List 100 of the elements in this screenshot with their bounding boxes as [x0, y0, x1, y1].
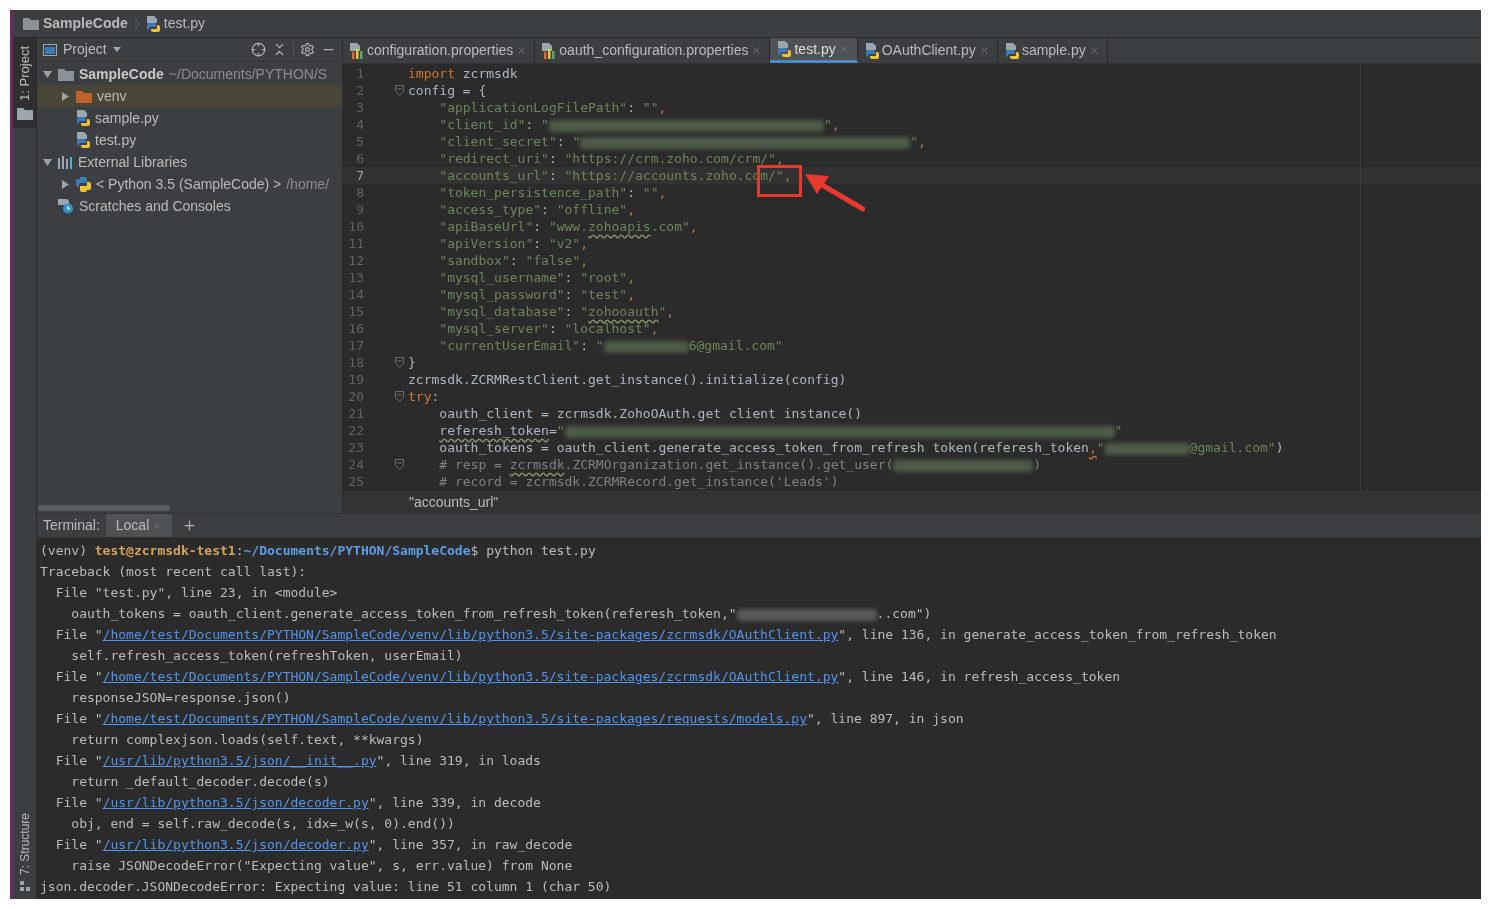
- line-number: 24: [347, 456, 364, 473]
- tree-item-path: /home/: [286, 174, 330, 194]
- code-line: }: [407, 354, 416, 371]
- locate-icon[interactable]: [251, 42, 266, 57]
- line-number: 4: [355, 116, 364, 133]
- python-file-icon: [1004, 42, 1019, 59]
- line-number: 17: [347, 337, 364, 354]
- fold-marker-icon[interactable]: [395, 357, 404, 368]
- code-line: "apiVersion": "v2",: [438, 235, 589, 252]
- terminal-line: obj, end = self.raw_decode(s, idx=_w(s, 0).end()): [70, 815, 456, 833]
- close-icon[interactable]: [1088, 45, 1100, 56]
- python-file-icon: [76, 132, 90, 148]
- file-link[interactable]: /usr/lib/python3.5/json/decoder.py: [102, 837, 369, 852]
- line-number: 15: [347, 303, 364, 320]
- collapse-arrow-icon[interactable]: [42, 69, 52, 79]
- terminal-line: return complexjson.loads(self.text, **kwargs): [70, 731, 425, 749]
- code-line: "redirect_uri": "https://crm.zoho.com/crm/",: [438, 150, 784, 167]
- tree-item-label: External Libraries: [78, 152, 187, 172]
- tree-item-label: venv: [97, 86, 127, 106]
- terminal-line: File "/usr/lib/python3.5/json/decoder.py", line 357, in raw_decode: [54, 836, 574, 854]
- collapse-arrow-icon[interactable]: [42, 157, 52, 167]
- code-line: "apiBaseUrl": "www.zohoapis.com",: [438, 218, 698, 235]
- breadcrumb-item[interactable]: SampleCode: [43, 13, 128, 34]
- editor-tab[interactable]: test.py: [770, 38, 858, 63]
- bar-chart-file-icon: [542, 42, 557, 59]
- terminal-line: File "/home/test/Documents/PYTHON/SampleCode/venv/lib/python3.5/site-packages/zcrmsdk/OAuthClient.py", line 146, in refresh_access_token: [54, 668, 1122, 686]
- panel-title[interactable]: Project: [63, 39, 107, 60]
- file-link[interactable]: /home/test/Documents/PYTHON/SampleCode/venv/lib/python3.5/site-packages/zcrmsdk/OAuthClient.py: [102, 669, 839, 684]
- line-number: 5: [355, 133, 364, 150]
- tree-item[interactable]: Scratches and Consoles: [37, 195, 342, 217]
- tree-item-label: < Python 3.5 (SampleCode) >: [96, 174, 282, 194]
- scratch-clock-icon: [58, 198, 74, 214]
- line-number: 16: [347, 320, 364, 337]
- terminal-tab[interactable]: Local: [105, 514, 173, 537]
- code-line: "access_type": "offline",: [438, 201, 635, 218]
- new-tab-icon[interactable]: [182, 518, 198, 533]
- tree-item[interactable]: SampleCode ~/Documents/PYTHON/S: [37, 63, 342, 85]
- tree-item[interactable]: venv: [37, 85, 342, 107]
- editor-tab[interactable]: OAuthClient.py: [857, 38, 998, 63]
- tree-item[interactable]: External Libraries: [37, 151, 342, 173]
- tree-item-label: SampleCode: [79, 64, 164, 84]
- file-link[interactable]: /home/test/Documents/PYTHON/SampleCode/venv/lib/python3.5/site-packages/requests/models.py: [102, 711, 808, 726]
- line-number: 1: [355, 65, 364, 82]
- editor-tab[interactable]: sample.py: [997, 38, 1108, 63]
- close-icon[interactable]: [751, 45, 763, 56]
- code-line: "sandbox": "false",: [438, 252, 589, 269]
- line-number: 11: [347, 235, 364, 252]
- code-line: oauth_tokens = oauth_client.generate_access_token_from_refresh token(referesh_token," @gmail.com"): [438, 439, 1284, 456]
- settings-icon[interactable]: [300, 42, 315, 57]
- line-number: 8: [355, 184, 364, 201]
- python-file-icon: [777, 41, 792, 57]
- fold-marker-icon[interactable]: [395, 391, 404, 402]
- file-link[interactable]: /usr/lib/python3.5/json/decoder.py: [102, 795, 369, 810]
- file-link[interactable]: /usr/lib/python3.5/json/__init__.py: [102, 753, 377, 768]
- window-icon: [43, 43, 57, 56]
- expand-arrow-icon[interactable]: [60, 179, 70, 189]
- close-icon[interactable]: [516, 45, 528, 56]
- terminal-line: return _default_decoder.decode(s): [70, 773, 331, 791]
- code-line: referesh_token=" ": [438, 422, 1123, 439]
- line-number: 18: [347, 354, 364, 371]
- project-tool-tab[interactable]: 1: Project: [13, 38, 36, 128]
- line-number: 23: [347, 439, 364, 456]
- dropdown-caret-icon[interactable]: [112, 47, 121, 52]
- editor-tab[interactable]: configuration.properties: [343, 38, 536, 63]
- terminal-line: (venv) test@zcrmsdk-test1:~/Documents/PYTHON/SampleCode$ python test.py: [40, 542, 597, 560]
- code-line: "client_id": " ",: [438, 116, 840, 133]
- structure-tool-tab[interactable]: 7: Structure: [13, 804, 36, 899]
- code-line: "client_secret": " ",: [438, 133, 926, 150]
- code-line: "token_persistence_path": "",: [438, 184, 667, 201]
- terminal-line: File "/usr/lib/python3.5/json/__init__.py", line 319, in loads: [54, 752, 542, 770]
- python-file-icon: [76, 110, 90, 126]
- line-number: 2: [355, 82, 364, 99]
- line-number: 6: [355, 150, 364, 167]
- expand-arrow-icon[interactable]: [60, 91, 70, 101]
- code-line: "mysql_password": "test",: [438, 286, 635, 303]
- line-number: 20: [347, 388, 364, 405]
- terminal-line: oauth_tokens = oauth_client.generate_access_token_from_refresh_token(referesh_token," ..com"): [70, 605, 933, 623]
- bar-chart-file-icon: [350, 42, 364, 59]
- code-line: import zcrmsdk: [407, 65, 518, 82]
- folder-icon: [76, 89, 92, 103]
- tree-item[interactable]: < Python 3.5 (SampleCode) > /home/: [37, 173, 342, 195]
- python-logo-icon: [76, 176, 91, 192]
- file-link[interactable]: /home/test/Documents/PYTHON/SampleCode/venv/lib/python3.5/site-packages/zcrmsdk/OAuthClient.py: [102, 627, 839, 642]
- breadcrumb-item[interactable]: test.py: [163, 13, 206, 34]
- scrollbar[interactable]: [38, 505, 170, 511]
- tree-item[interactable]: sample.py: [37, 107, 342, 129]
- tree-item[interactable]: test.py: [37, 129, 342, 151]
- code-line: config = {: [407, 82, 487, 99]
- fold-marker-icon[interactable]: [395, 459, 404, 470]
- close-icon[interactable]: [152, 520, 163, 531]
- close-icon[interactable]: [978, 45, 990, 56]
- tree-item-label: sample.py: [95, 108, 159, 128]
- python-file-icon: [145, 15, 160, 32]
- library-bars-icon: [58, 155, 73, 169]
- close-icon[interactable]: [838, 43, 850, 55]
- fold-marker-icon[interactable]: [395, 85, 404, 96]
- python-file-icon: [864, 42, 879, 59]
- tree-item-label: test.py: [95, 130, 137, 150]
- line-number: 14: [347, 286, 364, 303]
- terminal-label: Terminal:: [42, 516, 101, 535]
